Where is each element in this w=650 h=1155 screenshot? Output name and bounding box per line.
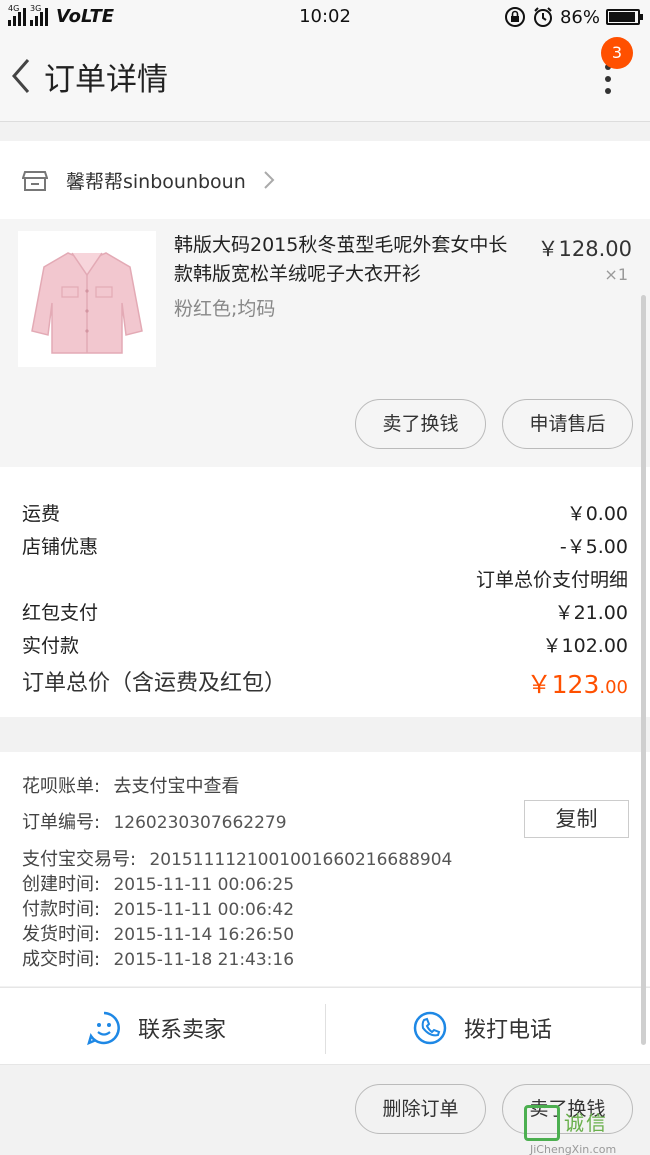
- store-icon: [22, 171, 48, 191]
- call-phone-label: 拨打电话: [464, 1018, 553, 1043]
- paid-label: 实付款: [22, 635, 80, 657]
- product-sku: 粉红色;均码: [174, 298, 276, 320]
- order-item: 韩版大码2015秋冬茧型毛呢外套女中长款韩版宽松羊绒呢子大衣开衫 粉红色;均码 …: [0, 219, 650, 467]
- back-arrow-icon[interactable]: [6, 56, 36, 96]
- order-number-row: 订单编号: 1260230307662279: [22, 808, 287, 834]
- payment-detail-link[interactable]: 订单总价支付明细: [476, 565, 628, 592]
- product-quantity: ×1: [604, 265, 628, 284]
- redpack-row: 红包支付 ￥21.00: [22, 598, 628, 625]
- done-time: 2015-11-18 21:43:16: [113, 950, 295, 970]
- total-decimal: .00: [599, 677, 628, 698]
- alarm-icon: [533, 7, 552, 27]
- scrollbar[interactable]: [641, 295, 646, 1045]
- total-integer: ￥123: [526, 670, 600, 699]
- product-thumbnail[interactable]: [18, 231, 156, 367]
- discount-row: 店铺优惠 -￥5.00: [22, 532, 628, 559]
- discount-value: -￥5.00: [559, 536, 628, 558]
- phone-icon: [413, 1011, 447, 1045]
- order-number-label: 订单编号:: [22, 812, 101, 833]
- watermark-text: 诚信: [564, 1111, 608, 1135]
- huabei-link[interactable]: 去支付宝中查看: [113, 776, 239, 797]
- paid-time-label: 付款时间:: [22, 899, 101, 920]
- product-price: ￥128.00: [537, 237, 632, 261]
- contact-divider: [325, 1004, 326, 1054]
- alipay-row: 支付宝交易号: 2015111121001001660216688904: [22, 845, 452, 871]
- watermark: 诚信 JiChengXin.com: [524, 1105, 644, 1155]
- delete-order-button[interactable]: 删除订单: [355, 1084, 486, 1134]
- created-label: 创建时间:: [22, 874, 101, 895]
- sell-for-cash-button[interactable]: 卖了换钱: [355, 399, 486, 449]
- discount-label: 店铺优惠: [22, 536, 99, 558]
- alipay-number: 2015111121001001660216688904: [149, 850, 453, 870]
- page-title: 订单详情: [44, 62, 168, 98]
- watermark-logo: [524, 1105, 560, 1141]
- shipped-row: 发货时间: 2015-11-14 16:26:50: [22, 920, 294, 946]
- status-bar: 4G 3G VoLTE 10:02 86%: [0, 0, 650, 34]
- total-value: ￥123.00: [527, 665, 628, 701]
- rotation-lock-icon: [504, 7, 525, 27]
- shipped-time: 2015-11-14 16:26:50: [113, 925, 295, 945]
- huabei-label: 花呗账单:: [22, 776, 101, 797]
- notification-badge: 3: [601, 37, 633, 69]
- order-number: 1260230307662279: [113, 813, 287, 833]
- created-time: 2015-11-11 00:06:25: [113, 875, 295, 895]
- copy-button[interactable]: 复制: [524, 800, 629, 838]
- done-row: 成交时间: 2015-11-18 21:43:16: [22, 945, 294, 971]
- chat-icon: [87, 1011, 120, 1046]
- paid-time: 2015-11-11 00:06:42: [113, 900, 295, 920]
- redpack-label: 红包支付: [22, 602, 99, 624]
- paid-time-row: 付款时间: 2015-11-11 00:06:42: [22, 895, 294, 921]
- contact-seller-label: 联系卖家: [138, 1018, 227, 1043]
- after-sale-button[interactable]: 申请售后: [502, 399, 633, 449]
- shipping-value: ￥0.00: [566, 503, 628, 525]
- created-row: 创建时间: 2015-11-11 00:06:25: [22, 870, 294, 896]
- shop-row[interactable]: 馨帮帮sinbounboun: [0, 141, 650, 219]
- paid-value: ￥102.00: [542, 635, 628, 657]
- redpack-value: ￥21.00: [554, 602, 628, 624]
- total-row: 订单总价（含运费及红包） ￥123.00: [22, 665, 628, 699]
- huabei-row: 花呗账单: 去支付宝中查看: [22, 772, 239, 798]
- battery-icon: [606, 9, 643, 25]
- shipping-label: 运费: [22, 503, 61, 525]
- product-title[interactable]: 韩版大码2015秋冬茧型毛呢外套女中长款韩版宽松羊绒呢子大衣开衫: [174, 231, 514, 289]
- shop-name: 馨帮帮sinbounboun: [66, 171, 246, 193]
- shipping-row: 运费 ￥0.00: [22, 499, 628, 526]
- nav-bar: 订单详情 3: [0, 34, 650, 122]
- watermark-url: JiChengXin.com: [530, 1143, 617, 1155]
- shipped-label: 发货时间:: [22, 924, 101, 945]
- battery-percent: 86%: [559, 6, 600, 28]
- paid-row: 实付款 ￥102.00: [22, 631, 628, 658]
- contact-bar: 联系卖家 拨打电话: [0, 987, 650, 1065]
- contact-seller-button[interactable]: 联系卖家: [86, 1010, 226, 1046]
- total-label: 订单总价（含运费及红包）: [22, 671, 287, 696]
- status-right: 86%: [504, 6, 643, 28]
- chevron-right-icon: [264, 171, 275, 189]
- alipay-label: 支付宝交易号:: [22, 849, 137, 870]
- more-menu-button[interactable]: [596, 64, 620, 98]
- done-label: 成交时间:: [22, 949, 101, 970]
- order-info: 花呗账单: 去支付宝中查看 订单编号: 1260230307662279 复制 …: [0, 752, 650, 986]
- call-phone-button[interactable]: 拨打电话: [412, 1010, 552, 1046]
- price-breakdown: 运费 ￥0.00 店铺优惠 -￥5.00 订单总价支付明细 红包支付 ￥21.0…: [0, 467, 650, 717]
